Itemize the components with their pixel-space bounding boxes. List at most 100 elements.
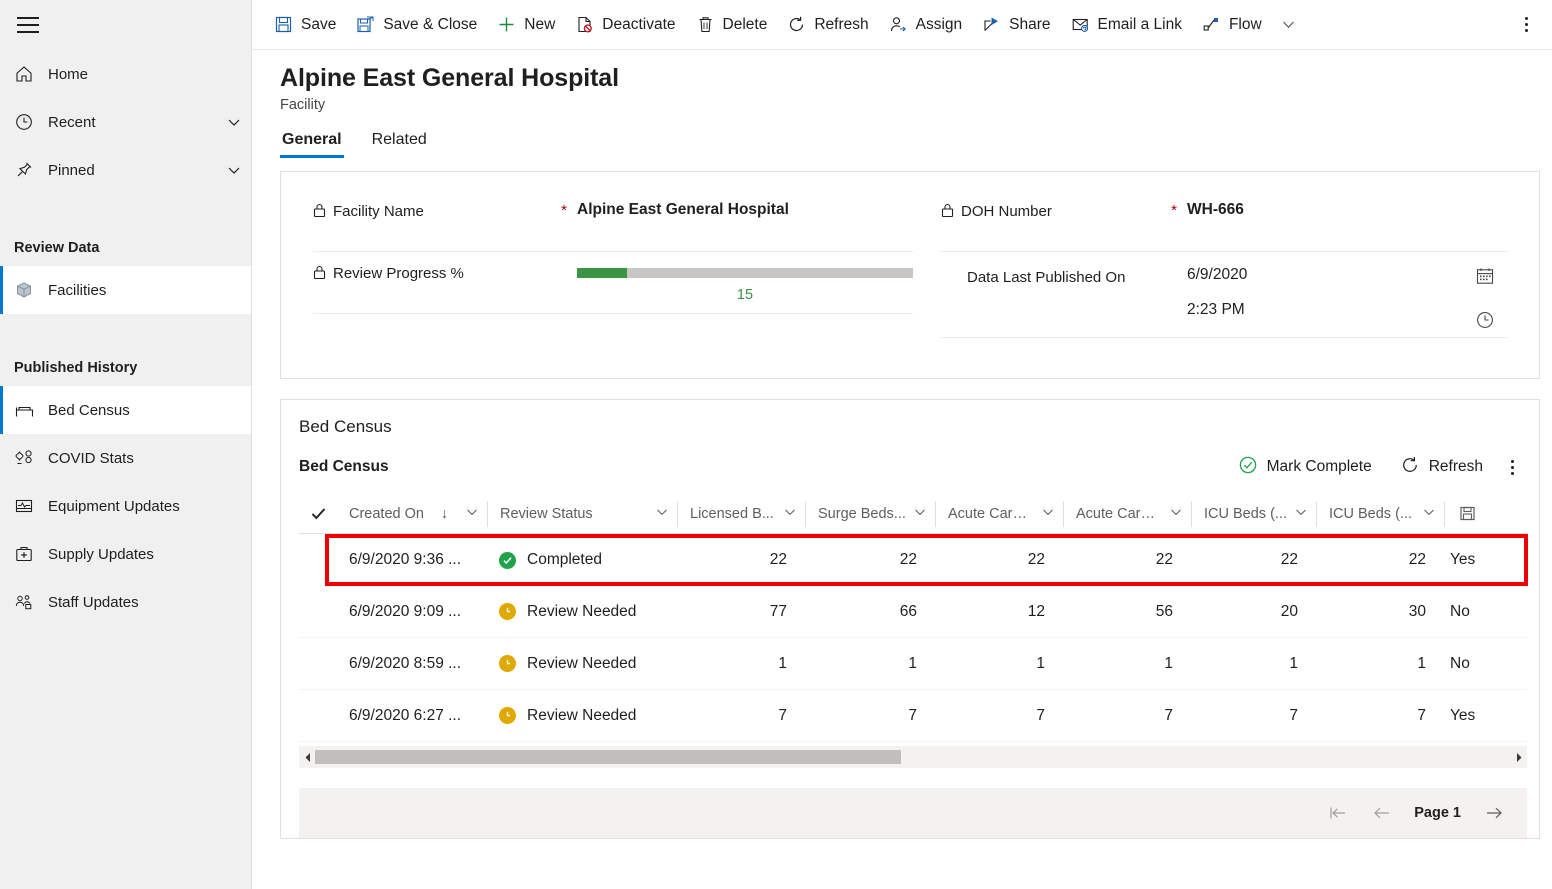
grid-horizontal-scrollbar[interactable] bbox=[299, 746, 1527, 768]
cell-review-status[interactable]: Completed bbox=[487, 551, 677, 569]
previous-page-icon[interactable] bbox=[1362, 796, 1400, 830]
cell-created-on[interactable]: 6/9/2020 9:36 ... bbox=[337, 551, 487, 569]
cell-acute-care-1[interactable]: 22 bbox=[935, 551, 1063, 569]
clock-icon[interactable] bbox=[1475, 310, 1495, 335]
first-page-icon[interactable] bbox=[1318, 796, 1356, 830]
cell-created-on[interactable]: 6/9/2020 6:27 ... bbox=[337, 707, 487, 725]
cell-surge-beds[interactable]: 66 bbox=[805, 603, 935, 621]
cell-acute-care-2[interactable]: 1 bbox=[1063, 655, 1191, 673]
mark-complete-button[interactable]: Mark Complete bbox=[1224, 450, 1386, 484]
calendar-icon[interactable] bbox=[1475, 266, 1495, 291]
table-row[interactable]: 6/9/2020 8:59 ...Review Needed111111No bbox=[299, 638, 1527, 690]
column-header-review-status[interactable]: Review Status bbox=[487, 501, 677, 527]
table-row[interactable]: 6/9/2020 9:36 ...Completed222222222222Ye… bbox=[299, 534, 1527, 586]
delete-button[interactable]: Delete bbox=[686, 5, 778, 45]
assign-button[interactable]: Assign bbox=[879, 5, 973, 45]
column-header-acute-care-1[interactable]: Acute Care ... bbox=[935, 501, 1063, 527]
sidebar-item-recent[interactable]: Recent bbox=[0, 98, 251, 146]
cell-licensed-beds[interactable]: 77 bbox=[677, 603, 805, 621]
chevron-down-icon[interactable] bbox=[1041, 505, 1055, 523]
chevron-down-icon[interactable] bbox=[655, 505, 669, 523]
cell-review-status[interactable]: Review Needed bbox=[487, 655, 677, 673]
cell-licensed-beds[interactable]: 1 bbox=[677, 655, 805, 673]
scrollbar-thumb[interactable] bbox=[315, 750, 901, 764]
column-header-licensed-beds[interactable]: Licensed B... bbox=[677, 501, 805, 527]
subgrid-refresh-button[interactable]: Refresh bbox=[1386, 450, 1497, 484]
column-header-surge-beds[interactable]: Surge Beds... bbox=[805, 501, 935, 527]
scrollbar-track[interactable] bbox=[315, 750, 1511, 764]
chevron-down-icon[interactable] bbox=[465, 505, 479, 523]
cell-icu-beds-2[interactable]: 1 bbox=[1316, 655, 1444, 673]
cell-icu-beds-2[interactable]: 30 bbox=[1316, 603, 1444, 621]
chevron-down-icon[interactable] bbox=[217, 162, 251, 178]
cell-acute-care-2[interactable]: 56 bbox=[1063, 603, 1191, 621]
refresh-button[interactable]: Refresh bbox=[777, 5, 878, 45]
published-time-value[interactable]: 2:23 PM bbox=[1187, 301, 1463, 319]
chevron-down-icon[interactable] bbox=[913, 505, 927, 523]
share-button[interactable]: Share bbox=[972, 5, 1060, 45]
flow-chevron-down-icon[interactable] bbox=[1272, 16, 1305, 33]
tab-related[interactable]: Related bbox=[370, 131, 429, 158]
next-page-icon[interactable] bbox=[1475, 796, 1513, 830]
cell-flag[interactable]: Yes bbox=[1444, 707, 1527, 725]
column-header-icu-beds-2[interactable]: ICU Beds (... bbox=[1316, 501, 1444, 527]
chevron-down-icon[interactable] bbox=[1422, 505, 1436, 523]
save-grid-icon[interactable] bbox=[1444, 501, 1490, 527]
sidebar-item-home[interactable]: Home bbox=[0, 50, 251, 98]
save-button[interactable]: Save bbox=[264, 5, 346, 45]
cell-licensed-beds[interactable]: 7 bbox=[677, 707, 805, 725]
cell-icu-beds-1[interactable]: 22 bbox=[1191, 551, 1316, 569]
sidebar-item-facilities[interactable]: Facilities bbox=[0, 266, 251, 314]
sidebar-item-bed-census[interactable]: Bed Census bbox=[0, 386, 251, 434]
menu-icon[interactable] bbox=[0, 0, 52, 50]
cell-surge-beds[interactable]: 22 bbox=[805, 551, 935, 569]
cell-acute-care-2[interactable]: 7 bbox=[1063, 707, 1191, 725]
deactivate-button[interactable]: Deactivate bbox=[565, 5, 685, 45]
cell-surge-beds[interactable]: 7 bbox=[805, 707, 935, 725]
cell-acute-care-1[interactable]: 1 bbox=[935, 655, 1063, 673]
column-header-acute-care-2[interactable]: Acute Care ... bbox=[1063, 501, 1191, 527]
cell-icu-beds-1[interactable]: 1 bbox=[1191, 655, 1316, 673]
published-date-value[interactable]: 6/9/2020 bbox=[1187, 266, 1463, 284]
sidebar-item-covid-stats[interactable]: COVID Stats bbox=[0, 434, 251, 482]
sidebar-item-equipment-updates[interactable]: Equipment Updates bbox=[0, 482, 251, 530]
select-all-checkbox[interactable] bbox=[299, 505, 337, 522]
facility-name-value[interactable]: Alpine East General Hospital bbox=[577, 200, 913, 219]
cell-acute-care-2[interactable]: 22 bbox=[1063, 551, 1191, 569]
sidebar-item-pinned[interactable]: Pinned bbox=[0, 146, 251, 194]
table-row[interactable]: 6/9/2020 9:09 ...Review Needed7766125620… bbox=[299, 586, 1527, 638]
cell-review-status[interactable]: Review Needed bbox=[487, 603, 677, 621]
cell-acute-care-1[interactable]: 7 bbox=[935, 707, 1063, 725]
table-row[interactable]: 6/9/2020 6:27 ...Review Needed777777Yes bbox=[299, 690, 1527, 742]
cell-created-on[interactable]: 6/9/2020 9:09 ... bbox=[337, 603, 487, 621]
doh-number-value[interactable]: WH-666 bbox=[1187, 200, 1507, 219]
cell-surge-beds[interactable]: 1 bbox=[805, 655, 935, 673]
chevron-down-icon[interactable] bbox=[783, 505, 797, 523]
cell-icu-beds-2[interactable]: 22 bbox=[1316, 551, 1444, 569]
cell-icu-beds-1[interactable]: 20 bbox=[1191, 603, 1316, 621]
chevron-down-icon[interactable] bbox=[1294, 505, 1308, 523]
cell-flag[interactable]: No bbox=[1444, 655, 1527, 673]
tab-general[interactable]: General bbox=[280, 131, 344, 158]
flow-button[interactable]: Flow bbox=[1192, 5, 1272, 45]
chevron-down-icon[interactable] bbox=[1169, 505, 1183, 523]
scroll-right-icon[interactable] bbox=[1511, 751, 1527, 764]
cell-created-on[interactable]: 6/9/2020 8:59 ... bbox=[337, 655, 487, 673]
email-a-link-button[interactable]: Email a Link bbox=[1061, 5, 1192, 45]
cell-flag[interactable]: No bbox=[1444, 603, 1527, 621]
more-grid-commands-icon[interactable] bbox=[1497, 450, 1527, 484]
save-and-close-button[interactable]: Save & Close bbox=[346, 5, 487, 45]
sidebar-item-staff-updates[interactable]: Staff Updates bbox=[0, 578, 251, 626]
more-commands-icon[interactable] bbox=[1512, 8, 1540, 42]
cell-licensed-beds[interactable]: 22 bbox=[677, 551, 805, 569]
cell-flag[interactable]: Yes bbox=[1444, 551, 1527, 569]
column-header-created-on[interactable]: Created On ↓ bbox=[337, 501, 487, 527]
column-header-icu-beds-1[interactable]: ICU Beds (... bbox=[1191, 501, 1316, 527]
cell-icu-beds-1[interactable]: 7 bbox=[1191, 707, 1316, 725]
cell-icu-beds-2[interactable]: 7 bbox=[1316, 707, 1444, 725]
new-button[interactable]: New bbox=[487, 5, 565, 45]
cell-review-status[interactable]: Review Needed bbox=[487, 707, 677, 725]
sidebar-item-supply-updates[interactable]: Supply Updates bbox=[0, 530, 251, 578]
chevron-down-icon[interactable] bbox=[217, 114, 251, 130]
cell-acute-care-1[interactable]: 12 bbox=[935, 603, 1063, 621]
